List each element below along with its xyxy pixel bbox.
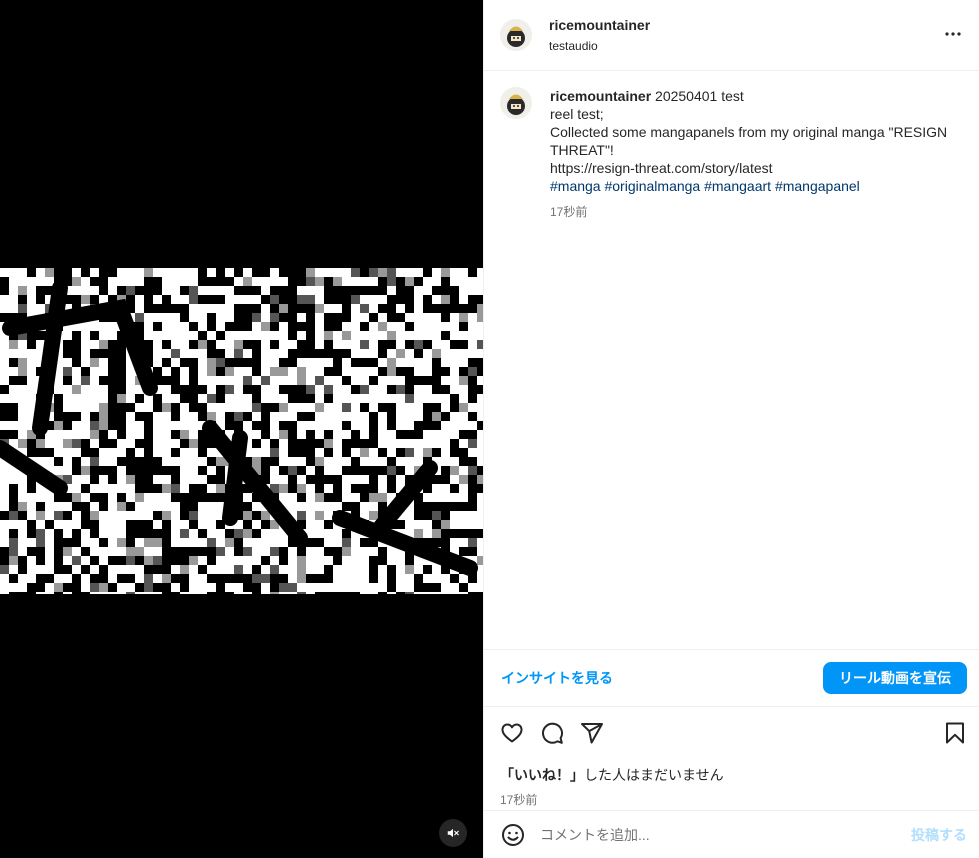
- share-button[interactable]: [580, 721, 604, 745]
- caption: ricemountainer 20250401 test reel test; …: [500, 87, 963, 221]
- comments-section: ricemountainer 20250401 test reel test; …: [484, 71, 979, 649]
- bookmark-icon: [946, 722, 964, 744]
- likes-bold-label: 「いいね！」: [500, 767, 584, 783]
- speaker-muted-icon: [447, 828, 459, 838]
- audio-link[interactable]: testaudio: [549, 39, 650, 53]
- hashtag-link[interactable]: #originalmanga: [604, 178, 700, 194]
- likes-text: した人はまだいません: [584, 767, 724, 783]
- header-username[interactable]: ricemountainer: [549, 17, 650, 33]
- hashtag-link[interactable]: #mangaart: [704, 178, 771, 194]
- caption-title: 20250401 test: [655, 88, 744, 104]
- post-side-panel: ricemountainer testaudio ricemountainer …: [483, 0, 979, 858]
- insights-bar: インサイトを見る リール動画を宣伝: [484, 649, 979, 706]
- hashtag-link[interactable]: #mangapanel: [775, 178, 860, 194]
- caption-time: 17秒前: [550, 205, 588, 219]
- heart-icon: [501, 723, 523, 743]
- reel-video[interactable]: [0, 0, 483, 858]
- post-header: ricemountainer testaudio: [484, 0, 979, 71]
- promote-reel-button[interactable]: リール動画を宣伝: [823, 662, 967, 694]
- post-time: 17秒前: [500, 793, 538, 807]
- more-options-button[interactable]: [943, 24, 963, 44]
- caption-first-line: ricemountainer 20250401 test: [550, 87, 950, 105]
- like-button[interactable]: [500, 721, 524, 745]
- emoji-button[interactable]: [501, 823, 525, 847]
- caption-url: https://resign-threat.com/story/latest: [550, 160, 773, 176]
- manga-panel-image: [0, 268, 483, 594]
- emoji-icon: [502, 823, 524, 846]
- more-horizontal-icon: [945, 32, 961, 36]
- mute-button[interactable]: [439, 819, 467, 847]
- likes-summary: 「いいね！」した人はまだいません: [500, 765, 963, 785]
- hashtag-link[interactable]: #manga: [550, 178, 601, 194]
- caption-hashtags: #manga #originalmanga #mangaart #mangapa…: [550, 177, 950, 195]
- share-icon: [581, 723, 603, 744]
- avatar[interactable]: [500, 19, 532, 51]
- post-comment-button[interactable]: 投稿する: [911, 825, 967, 845]
- comment-input[interactable]: [540, 826, 911, 843]
- caption-username[interactable]: ricemountainer: [550, 88, 651, 104]
- caption-line: reel test;: [550, 106, 604, 122]
- comment-button[interactable]: [540, 721, 564, 745]
- caption-avatar[interactable]: [500, 87, 532, 119]
- caption-line: Collected some mangapanels from my origi…: [550, 124, 948, 158]
- add-comment-bar: 投稿する: [484, 810, 979, 858]
- post-actions: 「いいね！」した人はまだいません 17秒前: [484, 706, 979, 810]
- save-button[interactable]: [943, 721, 967, 745]
- reel-post-viewer: ricemountainer testaudio ricemountainer …: [0, 0, 979, 858]
- comment-icon: [542, 722, 564, 744]
- view-insights-link[interactable]: インサイトを見る: [501, 668, 613, 688]
